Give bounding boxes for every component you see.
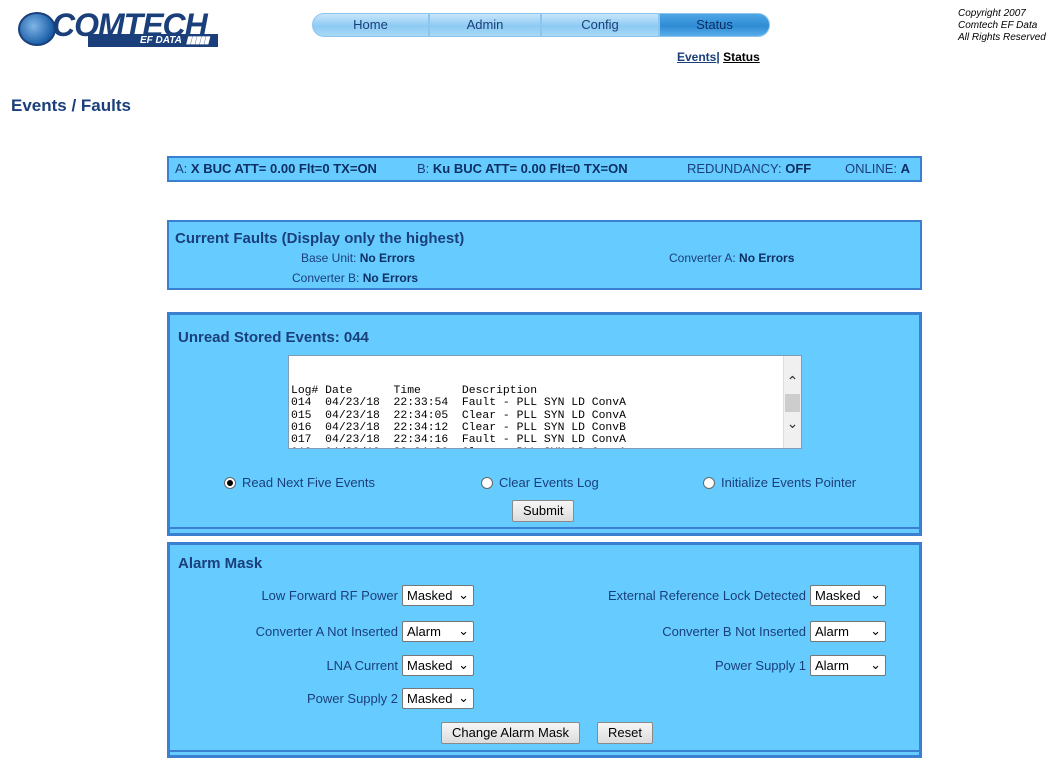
subnav-events-link[interactable]: Events [677,50,716,64]
events-log-text: Log# Date Time Description 014 04/23/18 … [291,384,626,448]
base-unit-fault: Base Unit: No Errors [301,251,416,265]
chevron-down-icon: ⌄ [458,588,469,603]
logo-subtitle: EF DATA ▮▮▮▮▮ [88,34,218,47]
field-lna-current: LNA Current Masked ⌄ [326,655,474,676]
select-lna-current[interactable]: Masked ⌄ [402,655,474,676]
main-nav: Home Admin Config Status [312,13,770,37]
field-external-reference-lock: External Reference Lock Detected Masked ⌄ [608,585,886,606]
sub-nav: Events| Status [677,50,760,64]
scroll-down-icon[interactable]: ⌄ [784,416,801,432]
status-converter-b: B: Ku BUC ATT= 0.00 Flt=0 TX=ON [417,161,628,176]
status-converter-a: A: X BUC ATT= 0.00 Flt=0 TX=ON [175,161,377,176]
current-faults-panel: Current Faults (Display only the highest… [167,220,922,290]
status-bar: A: X BUC ATT= 0.00 Flt=0 TX=ON B: Ku BUC… [167,156,922,182]
submit-button[interactable]: Submit [512,500,575,522]
nav-tab-config[interactable]: Config [541,13,659,37]
select-low-forward-rf-power[interactable]: Masked ⌄ [402,585,474,606]
chevron-down-icon: ⌄ [458,624,469,639]
select-power-supply-2[interactable]: Masked ⌄ [402,688,474,709]
chevron-down-icon: ⌄ [458,691,469,706]
subnav-status-link[interactable]: Status [723,50,760,64]
radio-clear-events-log[interactable]: Clear Events Log [481,475,599,490]
nav-tab-home[interactable]: Home [312,13,429,37]
events-log-scrollbar[interactable]: ⌃ ⌄ [783,356,801,448]
field-converter-b-not-inserted: Converter B Not Inserted Alarm ⌄ [662,621,886,642]
comtech-logo: COMTECH EF DATA ▮▮▮▮▮ [18,8,233,47]
field-converter-a-not-inserted: Converter A Not Inserted Alarm ⌄ [256,621,474,642]
reset-button[interactable]: Reset [597,722,653,744]
current-faults-header: Current Faults (Display only the highest… [175,230,465,247]
chevron-down-icon: ⌄ [458,658,469,673]
change-alarm-mask-button[interactable]: Change Alarm Mask [441,722,581,744]
status-redundancy: REDUNDANCY: OFF [687,161,812,176]
alarm-mask-panel: Alarm Mask Low Forward RF Power Masked ⌄ … [167,542,922,758]
copyright-notice: Copyright 2007 Comtech EF Data All Right… [958,8,1046,44]
radio-checked-icon[interactable] [224,476,236,489]
radio-unchecked-icon[interactable] [481,476,493,489]
radio-initialize-events-pointer[interactable]: Initialize Events Pointer [703,475,856,490]
nav-tab-status[interactable]: Status [659,13,770,37]
radio-unchecked-icon[interactable] [703,476,715,489]
radio-read-next-five[interactable]: Read Next Five Events [224,475,375,490]
alarm-mask-header: Alarm Mask [178,555,263,572]
copyright-line: Comtech EF Data [958,20,1038,31]
globe-logo-icon [18,12,56,46]
subnav-separator: | [716,50,720,64]
field-power-supply-1: Power Supply 1 Alarm ⌄ [715,655,886,676]
chevron-down-icon: ⌄ [870,588,881,603]
panel-divider [170,527,919,533]
panel-divider [170,750,919,756]
select-external-reference-lock[interactable]: Masked ⌄ [810,585,886,606]
status-online: ONLINE: A [845,161,911,176]
copyright-line: Copyright 2007 [958,8,1026,19]
converter-b-fault: Converter B: No Errors [292,271,419,285]
events-log-textarea[interactable]: Log# Date Time Description 014 04/23/18 … [288,355,802,449]
field-power-supply-2: Power Supply 2 Masked ⌄ [307,688,474,709]
stored-events-header: Unread Stored Events: 044 [178,329,369,346]
scroll-thumb[interactable] [785,394,800,412]
select-power-supply-1[interactable]: Alarm ⌄ [810,655,886,676]
scroll-up-icon[interactable]: ⌃ [784,374,801,390]
field-low-forward-rf-power: Low Forward RF Power Masked ⌄ [261,585,474,606]
select-converter-a-not-inserted[interactable]: Alarm ⌄ [402,621,474,642]
copyright-line: All Rights Reserved [958,32,1046,43]
chevron-down-icon: ⌄ [870,658,881,673]
nav-tab-admin[interactable]: Admin [429,13,541,37]
page-title: Events / Faults [11,96,131,115]
stored-events-panel: Unread Stored Events: 044 Log# Date Time… [167,312,922,536]
select-converter-b-not-inserted[interactable]: Alarm ⌄ [810,621,886,642]
chevron-down-icon: ⌄ [870,624,881,639]
converter-a-fault: Converter A: No Errors [669,251,795,265]
